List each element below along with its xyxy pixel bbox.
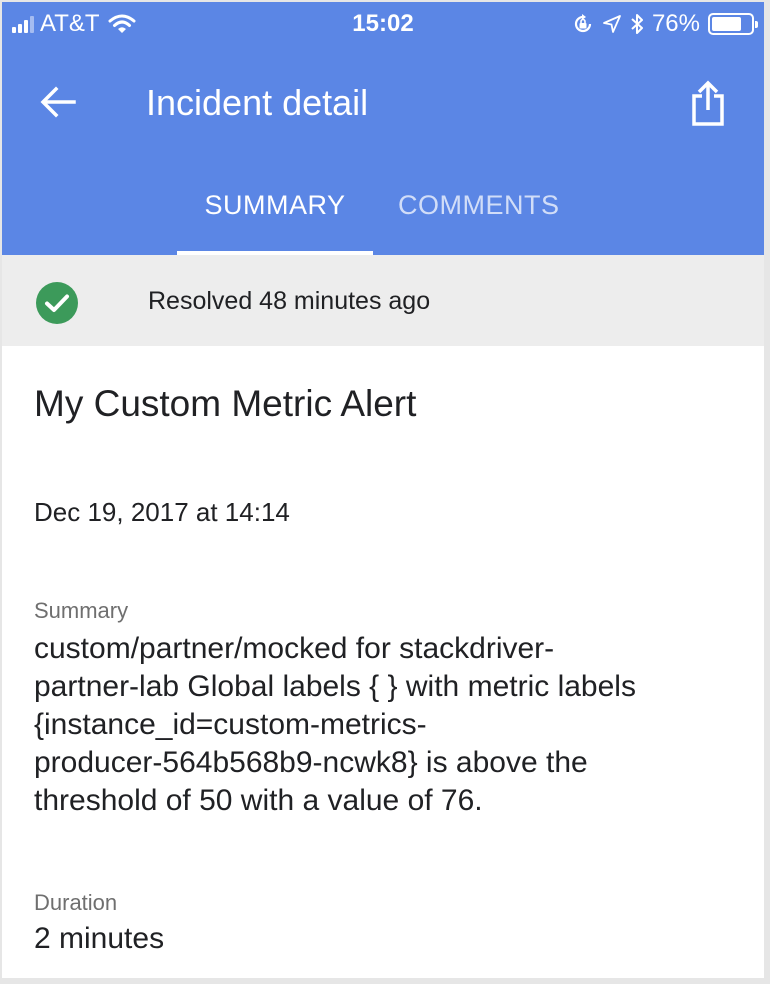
bluetooth-icon <box>631 14 643 34</box>
location-arrow-icon <box>603 15 621 33</box>
summary-line: custom/partner/mocked for stackdriver- <box>34 632 555 665</box>
summary-line: {instance_id=custom-metrics- <box>34 708 427 741</box>
summary-line: threshold of 50 with a value of 76. <box>34 784 483 817</box>
status-right: 76% <box>572 10 758 38</box>
summary-line: partner-lab Global labels { } with metri… <box>34 670 636 703</box>
battery-percent: 76% <box>651 10 700 37</box>
incident-date: Dec 19, 2017 at 14:14 <box>34 497 290 527</box>
summary-line: producer-564b568b9-ncwk8} is above the <box>34 746 588 779</box>
summary-label: Summary <box>34 598 129 623</box>
tab-bar: SUMMARY COMMENTS <box>2 178 764 255</box>
status-bar: AT&T 15:02 76% <box>2 2 764 44</box>
resolved-status-text: Resolved 48 minutes ago <box>148 287 431 315</box>
battery-icon <box>708 13 758 35</box>
battery-fill <box>712 17 741 31</box>
tab-comments[interactable]: COMMENTS <box>398 190 560 221</box>
duration-value: 2 minutes <box>34 922 165 955</box>
arrow-back-icon[interactable] <box>36 80 80 124</box>
tab-summary[interactable]: SUMMARY <box>177 190 373 221</box>
summary-text: custom/partner/mocked for stackdriver- p… <box>34 630 734 820</box>
alert-title: My Custom Metric Alert <box>34 383 417 424</box>
page-title: Incident detail <box>146 82 369 123</box>
check-circle-icon <box>36 282 78 324</box>
incident-detail-screen: AT&T 15:02 76% Incident detail SUMMARY C… <box>2 2 764 978</box>
share-icon[interactable] <box>688 80 728 128</box>
duration-label: Duration <box>34 890 118 915</box>
rotation-lock-icon <box>574 14 592 33</box>
app-header: AT&T 15:02 76% Incident detail SUMMARY C… <box>2 2 764 255</box>
